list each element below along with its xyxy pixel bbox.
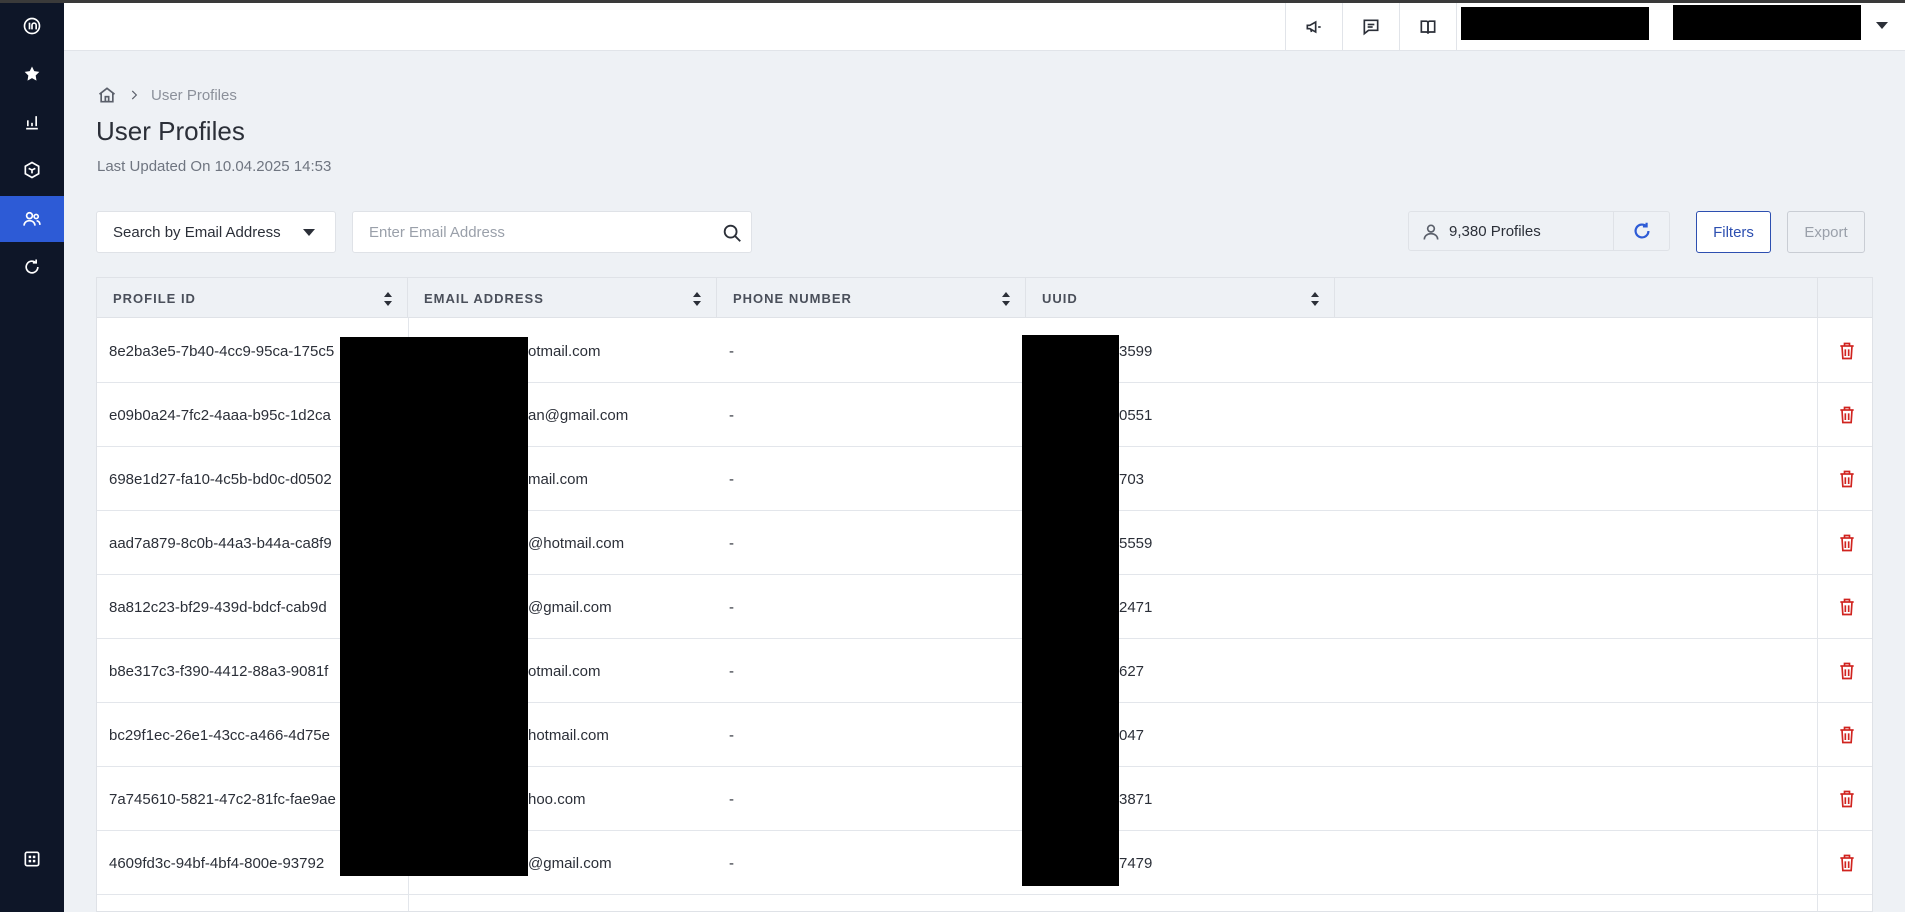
sort-icon[interactable] [1001,292,1011,306]
cell-email: @gmail.com [528,854,612,872]
search-field[interactable] [352,211,752,253]
cell-phone: - [729,406,734,424]
profiles-table: PROFILE ID EMAIL ADDRESS PHONE NUMBER UU… [96,277,1873,912]
cell-phone: - [729,790,734,808]
export-button[interactable]: Export [1787,211,1865,253]
top-header [64,3,1905,51]
delete-button[interactable] [1819,831,1872,895]
search-type-value: Search by Email Address [113,223,281,241]
user-icon [1423,224,1439,240]
column-header-email[interactable]: EMAIL ADDRESS [408,278,717,318]
filters-button[interactable]: Filters [1696,211,1771,253]
trash-icon [1839,470,1854,488]
profiles-count: 9,380 Profiles [1449,223,1541,240]
column-header-phone[interactable]: PHONE NUMBER [717,278,1026,318]
trash-icon [1839,662,1854,680]
window-top-border [0,0,1905,3]
redacted-area [1673,5,1861,40]
refresh-icon[interactable] [0,244,64,290]
cell-email: an@gmail.com [528,406,629,424]
sort-icon[interactable] [692,292,702,306]
trash-icon [1839,598,1854,616]
delete-button[interactable] [1819,383,1872,447]
cell-phone: - [729,342,734,360]
delete-button[interactable] [1819,703,1872,767]
cell-email: hotmail.com [528,726,609,744]
column-divider [1817,278,1818,318]
caret-down-icon [303,229,315,236]
cell-uuid: 3599 [1119,342,1153,360]
search-type-dropdown[interactable]: Search by Email Address [96,211,336,253]
cell-phone: - [729,470,734,488]
refresh-button[interactable] [1613,212,1669,250]
cell-email: hoo.com [528,790,586,808]
cell-phone: - [729,534,734,552]
column-header-profile-id[interactable]: PROFILE ID [97,278,408,318]
cell-phone: - [729,726,734,744]
profiles-count-box: 9,380 Profiles [1408,211,1670,251]
chevron-right-icon [131,90,138,100]
cell-uuid: 0551 [1119,406,1153,424]
sort-icon[interactable] [1310,292,1320,306]
book-icon[interactable] [1399,3,1456,51]
megaphone-icon[interactable] [1285,3,1342,51]
sidebar [0,0,64,912]
users-icon[interactable] [0,196,64,242]
cell-phone: - [729,662,734,680]
chevron-down-icon[interactable] [1876,22,1888,29]
delete-button[interactable] [1819,639,1872,703]
home-icon[interactable] [97,85,117,105]
breadcrumb: User Profiles [97,85,237,105]
trash-icon [1839,790,1854,808]
trash-icon [1839,534,1854,552]
trash-icon [1839,406,1854,424]
cell-email: @hotmail.com [528,534,625,552]
refresh-icon [1634,222,1650,239]
bar-chart-icon[interactable] [0,99,64,145]
table-header: PROFILE ID EMAIL ADDRESS PHONE NUMBER UU… [97,278,1872,318]
cell-uuid: 5559 [1119,534,1153,552]
breadcrumb-current: User Profiles [151,86,237,104]
cell-uuid: 627 [1119,662,1145,680]
column-label: PROFILE ID [113,290,196,306]
delete-button[interactable] [1819,447,1872,511]
cell-uuid: 2471 [1119,598,1153,616]
trash-icon [1839,854,1854,872]
column-label: EMAIL ADDRESS [424,290,544,306]
cell-uuid: 3871 [1119,790,1153,808]
delete-button[interactable] [1819,767,1872,831]
redacted-area [340,337,528,876]
column-label: PHONE NUMBER [733,290,852,306]
column-header-uuid[interactable]: UUID [1026,278,1335,318]
last-updated-text: Last Updated On 10.04.2025 14:53 [97,158,332,175]
cell-email: @gmail.com [528,598,612,616]
delete-button[interactable] [1819,511,1872,575]
cube-icon[interactable] [0,147,64,193]
cell-email: otmail.com [528,342,601,360]
page-title: User Profiles [96,116,245,146]
cell-uuid: 7479 [1119,854,1153,872]
search-icon[interactable] [721,222,743,244]
trash-icon [1839,726,1854,744]
insider-logo-icon[interactable] [0,3,64,49]
delete-button[interactable] [1819,575,1872,639]
apps-grid-icon[interactable] [0,836,64,882]
cell-phone: - [729,854,734,872]
cell-uuid: 703 [1119,470,1145,488]
star-icon[interactable] [0,51,64,97]
cell-uuid: 047 [1119,726,1145,744]
redacted-area [1461,7,1649,40]
redacted-area [1022,335,1119,886]
trash-icon [1839,342,1854,360]
cell-email: otmail.com [528,662,601,680]
sort-icon[interactable] [383,292,393,306]
cell-phone: - [729,598,734,616]
cell-email: mail.com [528,470,589,488]
column-label: UUID [1042,290,1078,306]
delete-button[interactable] [1819,319,1872,383]
email-search-input[interactable] [353,212,693,252]
chat-icon[interactable] [1342,3,1399,51]
